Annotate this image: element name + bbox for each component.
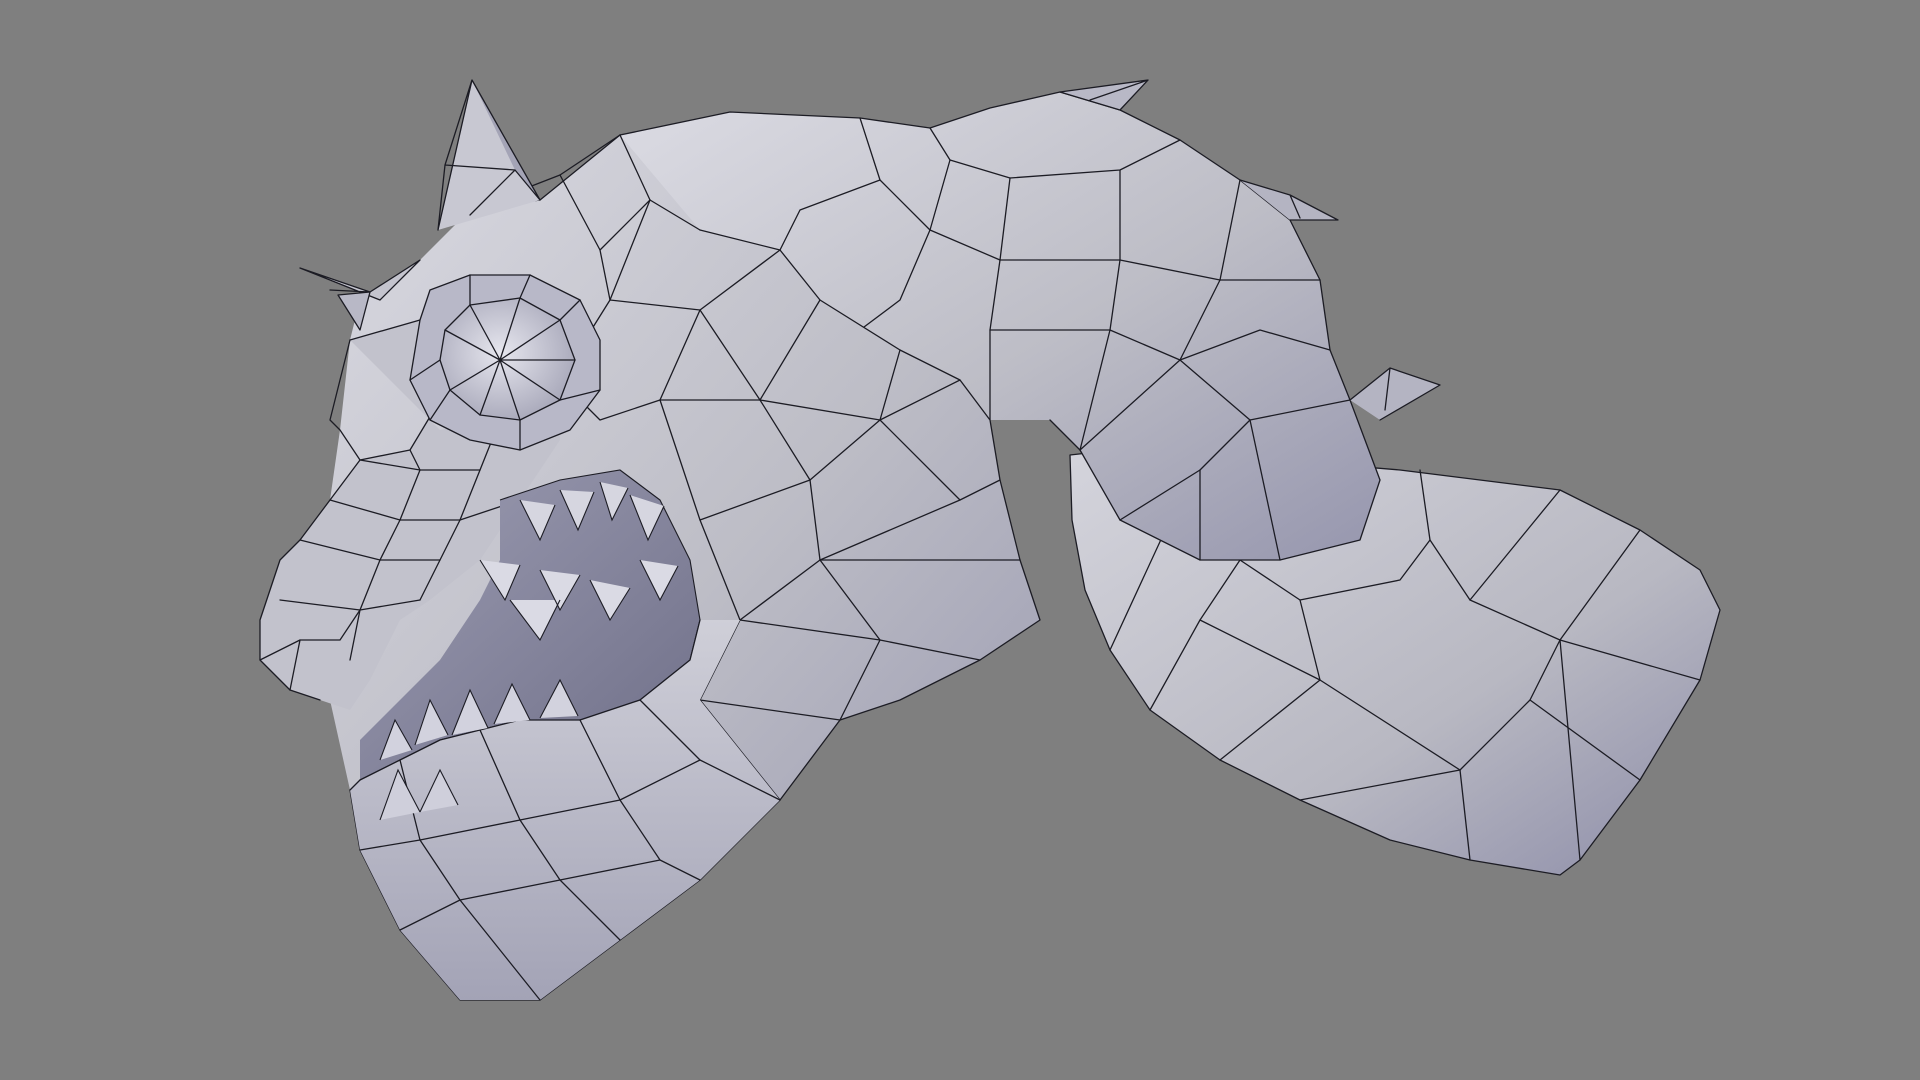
3d-viewport[interactable] — [0, 0, 1920, 1080]
low-poly-mesh-render — [259, 79, 1721, 1001]
eye — [409, 274, 601, 451]
